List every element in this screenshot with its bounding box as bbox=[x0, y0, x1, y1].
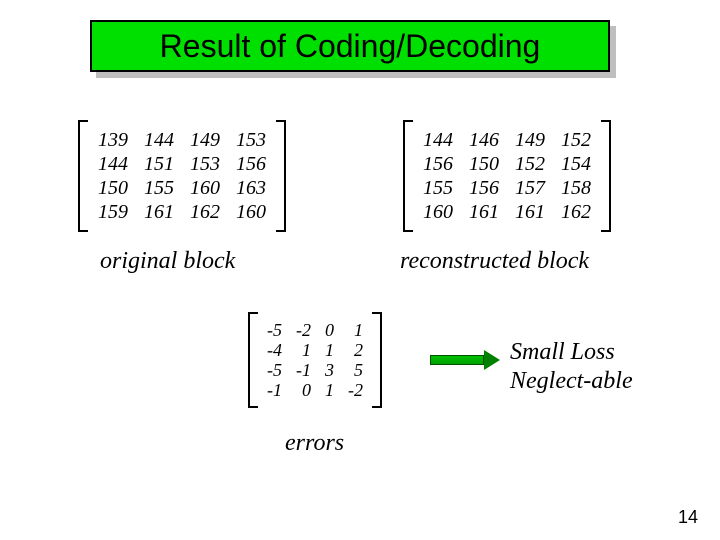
bracket-left bbox=[248, 312, 258, 408]
matrix-cell: 150 bbox=[461, 152, 507, 176]
matrix-cell: 151 bbox=[136, 152, 182, 176]
slide-title: Result of Coding/Decoding bbox=[90, 20, 610, 72]
matrix-cell: 1 bbox=[318, 380, 341, 400]
matrix-cell: 162 bbox=[553, 200, 599, 224]
bracket-right bbox=[372, 312, 382, 408]
matrix-cell: 152 bbox=[507, 152, 553, 176]
bracket-left bbox=[78, 120, 88, 232]
matrix-cell: 153 bbox=[228, 128, 274, 152]
matrix-cell: 5 bbox=[341, 360, 370, 380]
matrix-cell: 146 bbox=[461, 128, 507, 152]
matrix-cell: 144 bbox=[136, 128, 182, 152]
reconstructed-block-matrix: 1441461491521561501521541551561571581601… bbox=[415, 128, 599, 224]
matrix-cell: -1 bbox=[289, 360, 318, 380]
matrix-cell: 1 bbox=[341, 320, 370, 340]
matrix-cell: 144 bbox=[90, 152, 136, 176]
matrix-cell: 144 bbox=[415, 128, 461, 152]
matrix-cell: 150 bbox=[90, 176, 136, 200]
errors-table: -5-201-4112-5-135-101-2 bbox=[260, 320, 370, 400]
matrix-cell: 156 bbox=[415, 152, 461, 176]
matrix-cell: 155 bbox=[136, 176, 182, 200]
original-block-matrix: 1391441491531441511531561501551601631591… bbox=[90, 128, 274, 224]
matrix-cell: -2 bbox=[341, 380, 370, 400]
page-number: 14 bbox=[678, 507, 698, 528]
matrix-cell: 160 bbox=[182, 176, 228, 200]
matrix-cell: 160 bbox=[228, 200, 274, 224]
title-banner: Result of Coding/Decoding bbox=[90, 20, 610, 72]
matrix-cell: -4 bbox=[260, 340, 289, 360]
matrix-cell: 157 bbox=[507, 176, 553, 200]
matrix-cell: 161 bbox=[461, 200, 507, 224]
bracket-right bbox=[601, 120, 611, 232]
matrix-cell: -5 bbox=[260, 320, 289, 340]
small-loss-note: Small Loss Neglect-able bbox=[510, 338, 633, 396]
matrix-cell: -1 bbox=[260, 380, 289, 400]
matrix-cell: 161 bbox=[136, 200, 182, 224]
matrix-cell: -2 bbox=[289, 320, 318, 340]
matrix-cell: 161 bbox=[507, 200, 553, 224]
errors-caption: errors bbox=[285, 430, 344, 457]
reconstructed-block-table: 1441461491521561501521541551561571581601… bbox=[415, 128, 599, 224]
matrix-cell: 159 bbox=[90, 200, 136, 224]
slide: Result of Coding/Decoding 13914414915314… bbox=[0, 0, 720, 540]
matrix-cell: 1 bbox=[318, 340, 341, 360]
matrix-cell: 139 bbox=[90, 128, 136, 152]
matrix-cell: 0 bbox=[318, 320, 341, 340]
original-block-table: 1391441491531441511531561501551601631591… bbox=[90, 128, 274, 224]
matrix-cell: 160 bbox=[415, 200, 461, 224]
note-line-2: Neglect-able bbox=[510, 367, 633, 396]
matrix-cell: 154 bbox=[553, 152, 599, 176]
matrix-cell: 158 bbox=[553, 176, 599, 200]
bracket-left bbox=[403, 120, 413, 232]
matrix-cell: 156 bbox=[228, 152, 274, 176]
bracket-right bbox=[276, 120, 286, 232]
reconstructed-block-caption: reconstructed block bbox=[400, 248, 589, 275]
matrix-cell: 2 bbox=[341, 340, 370, 360]
matrix-cell: 3 bbox=[318, 360, 341, 380]
note-line-1: Small Loss bbox=[510, 338, 633, 367]
matrix-cell: 149 bbox=[182, 128, 228, 152]
matrix-cell: 162 bbox=[182, 200, 228, 224]
original-block-caption: original block bbox=[100, 248, 235, 275]
arrow-icon bbox=[430, 350, 500, 370]
matrix-cell: 153 bbox=[182, 152, 228, 176]
matrix-cell: 155 bbox=[415, 176, 461, 200]
matrix-cell: 156 bbox=[461, 176, 507, 200]
matrix-cell: 149 bbox=[507, 128, 553, 152]
matrix-cell: 152 bbox=[553, 128, 599, 152]
matrix-cell: 1 bbox=[289, 340, 318, 360]
errors-matrix: -5-201-4112-5-135-101-2 bbox=[260, 320, 370, 400]
matrix-cell: -5 bbox=[260, 360, 289, 380]
matrix-cell: 0 bbox=[289, 380, 318, 400]
matrix-cell: 163 bbox=[228, 176, 274, 200]
